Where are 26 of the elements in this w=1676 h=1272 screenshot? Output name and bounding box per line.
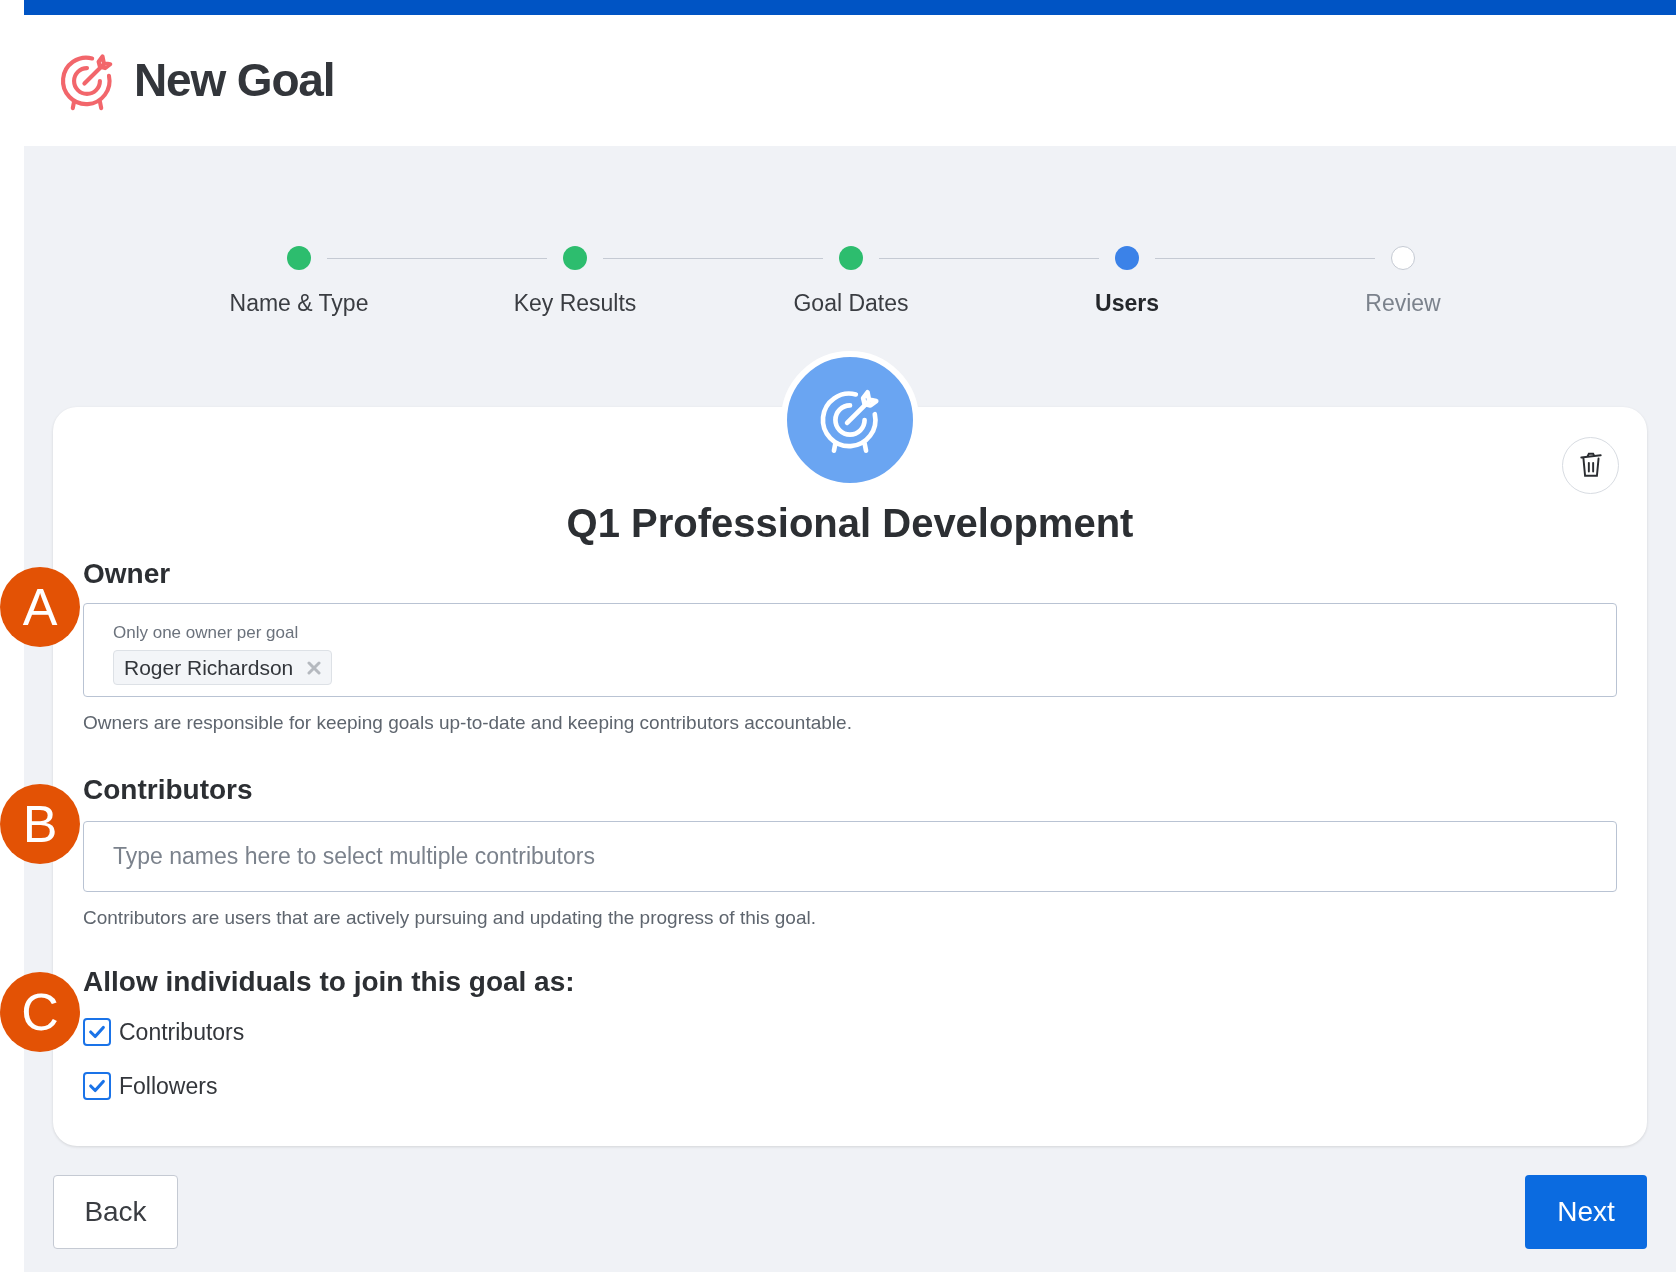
step-label[interactable]: Name & Type — [229, 286, 369, 321]
contributors-field[interactable]: Type names here to select multiple contributors — [83, 821, 1617, 892]
join-label: Allow individuals to join this goal as: — [83, 964, 576, 999]
annotation-marker: C — [0, 972, 80, 1052]
page-title: New Goal — [134, 53, 335, 108]
owner-field[interactable]: Only one owner per goal Roger Richardson — [83, 602, 1617, 697]
goal-title: Q1 Professional Development — [565, 499, 1135, 547]
field-label: Only one owner per goal — [113, 621, 300, 644]
owner-label: Owner — [83, 556, 172, 591]
contributors-help: Contributors are users that are actively pursuing and updating the progress of this goal. — [83, 906, 817, 930]
delete-button[interactable] — [1562, 436, 1619, 494]
checkbox-label: Contributors — [119, 1017, 245, 1047]
annotation-marker: A — [0, 567, 80, 647]
contributors-label: Contributors — [83, 773, 254, 807]
checkbox[interactable] — [83, 1017, 111, 1046]
owner-tag: Roger Richardson — [113, 650, 333, 685]
step-label[interactable]: Key Results — [513, 286, 637, 321]
step-label[interactable]: Goal Dates — [793, 286, 909, 321]
back-button[interactable]: Back — [53, 1174, 178, 1249]
trash-icon — [1577, 451, 1604, 479]
annotation-marker: B — [0, 784, 80, 864]
step-label[interactable]: Users — [1095, 286, 1159, 321]
next-button[interactable]: Next — [1525, 1174, 1647, 1249]
checkbox[interactable] — [83, 1072, 111, 1101]
checkbox-label: Followers — [119, 1072, 218, 1101]
owner-help: Owners are responsible for keeping goals up-to-date and keeping contributors accountable. — [83, 710, 853, 735]
